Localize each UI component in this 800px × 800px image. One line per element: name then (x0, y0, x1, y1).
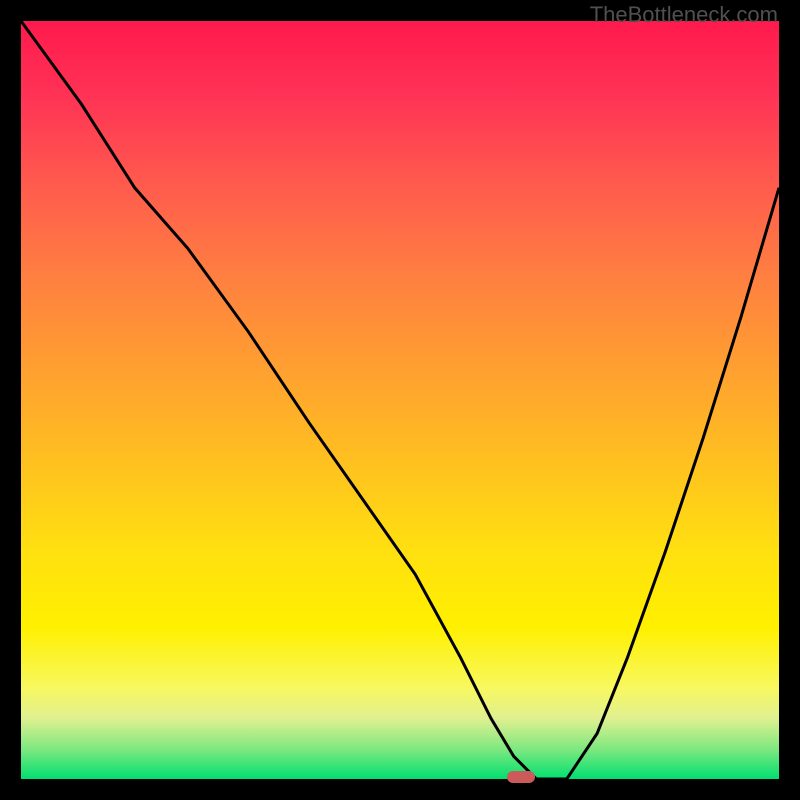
bottleneck-curve (21, 21, 779, 779)
optimal-marker (507, 771, 535, 783)
watermark-text: TheBottleneck.com (590, 2, 778, 28)
